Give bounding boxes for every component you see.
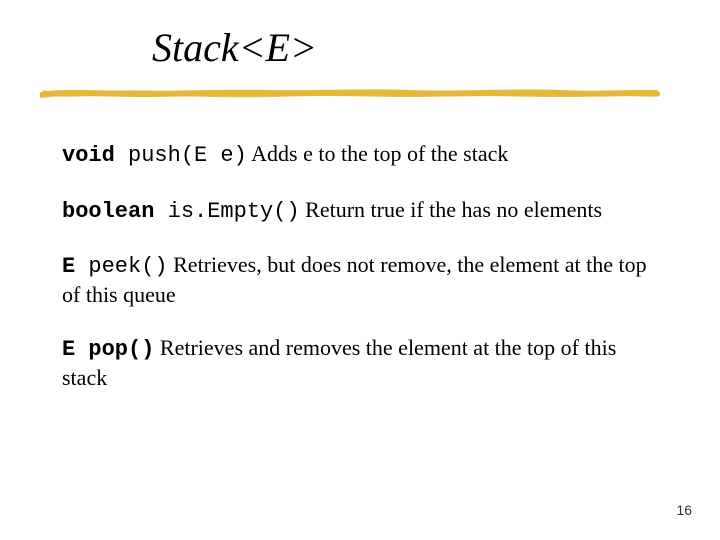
slide-title: Stack<E> [152,24,317,71]
method-entry: void push(E e) Adds e to the top of the … [62,140,662,170]
method-signature: peek() [75,254,167,279]
method-signature: is.Empty() [154,199,299,224]
method-entry: boolean is.Empty() Return true if the ha… [62,196,662,226]
method-keyword: boolean [62,199,154,224]
method-signature: push(E e) [115,143,247,168]
method-entry: E peek() Retrieves, but does not remove,… [62,251,662,308]
method-keyword: E [62,254,75,279]
page-number: 16 [676,502,692,518]
slide: Stack<E> void push(E e) Adds e to the to… [0,0,720,540]
method-keyword: E pop() [62,337,154,362]
title-underline [40,86,660,100]
method-description: Return true if the has no elements [300,197,602,222]
method-keyword: void [62,143,115,168]
method-description: Adds e to the top of the stack [247,141,509,166]
content-area: void push(E e) Adds e to the top of the … [62,140,662,417]
method-entry: E pop() Retrieves and removes the elemen… [62,334,662,391]
